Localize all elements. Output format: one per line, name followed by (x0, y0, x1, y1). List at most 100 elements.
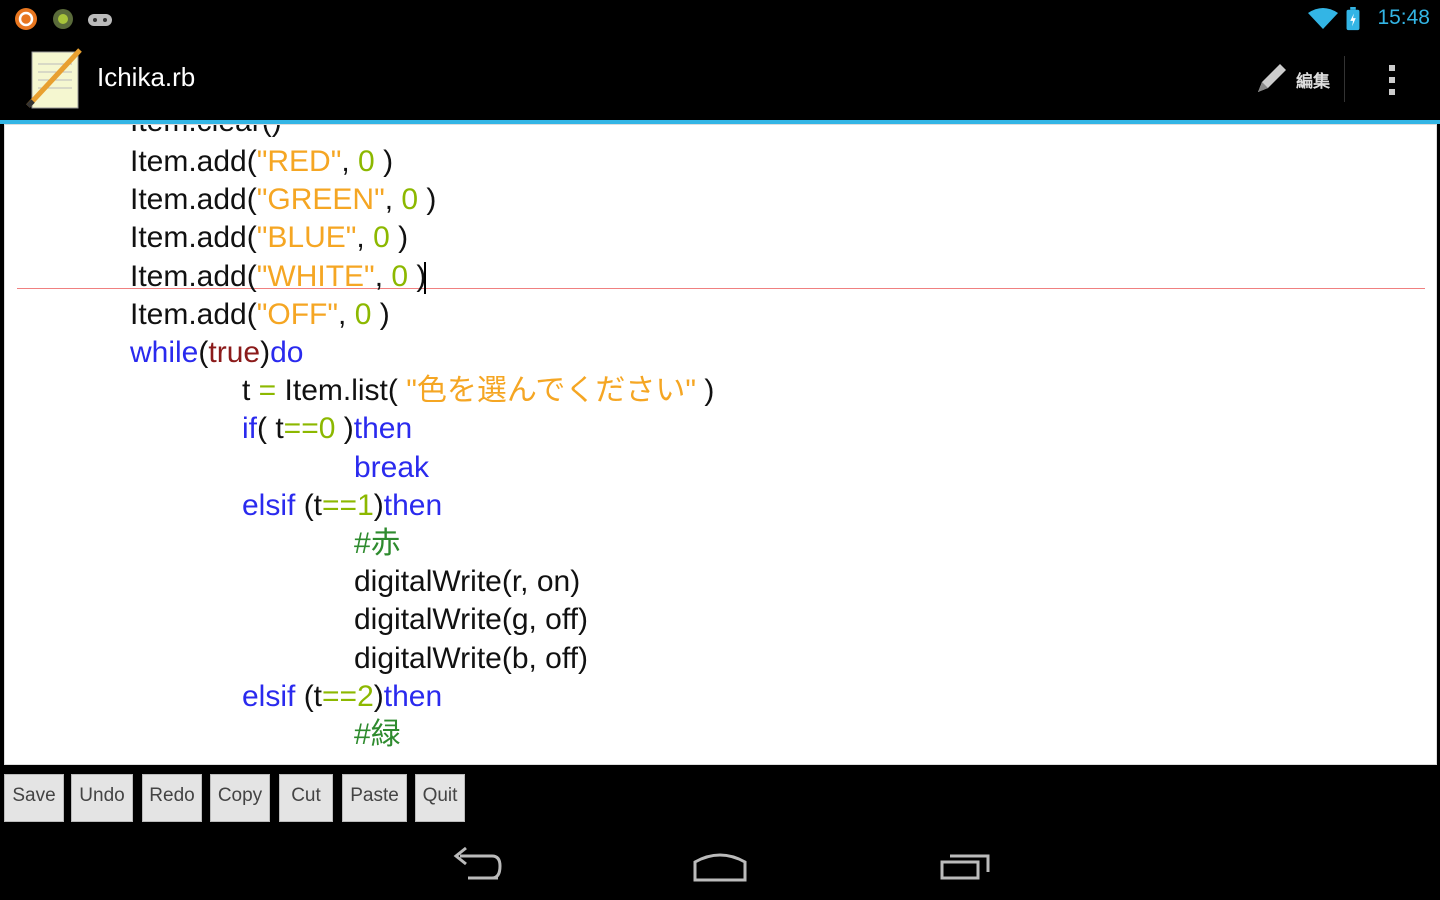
navigation-bar (0, 828, 1440, 900)
code-line: elsif (t==1)then (242, 487, 442, 525)
code-token: == (283, 412, 319, 446)
edit-button[interactable]: 編集 (1244, 54, 1344, 104)
code-token: ) (335, 412, 354, 446)
code-token: == (322, 679, 358, 713)
code-token: digitalWrite(r, on) (354, 565, 581, 599)
code-line-partial: Item.clear() (130, 125, 282, 141)
redo-button[interactable]: Redo (142, 774, 202, 822)
code-token: Item.add( (130, 259, 257, 293)
code-token: , (338, 297, 355, 331)
recent-apps-icon[interactable] (930, 844, 1000, 884)
code-line: digitalWrite(r, on) (354, 563, 580, 601)
code-token: elsif (242, 488, 296, 522)
code-token: digitalWrite(b, off) (354, 641, 588, 675)
code-token: "BLUE" (256, 221, 357, 255)
code-token: "GREEN" (256, 183, 385, 217)
code-token: true (208, 336, 261, 369)
code-token: 0 (354, 297, 372, 331)
code-token: do (270, 336, 304, 369)
back-icon[interactable] (442, 844, 512, 884)
page-title: Ichika.rb (97, 62, 196, 92)
code-token: "RED" (256, 145, 342, 178)
status-bar: 15:48 (0, 0, 1440, 38)
code-line: Item.add("RED", 0 ) (130, 143, 393, 181)
code-token: if (242, 412, 257, 446)
copy-button[interactable]: Copy (210, 774, 270, 822)
code-token: 0 (318, 412, 336, 446)
notepad-pencil-icon (26, 48, 82, 109)
code-line: #緑 (354, 716, 401, 754)
code-token: then (383, 488, 443, 522)
ubuntu-icon (15, 8, 37, 30)
code-line: Item.add("GREEN", 0 ) (130, 181, 436, 219)
code-token: ) (373, 488, 384, 522)
code-token: ) (418, 183, 437, 217)
code-token: Item.add( (130, 297, 257, 331)
code-token: , (356, 221, 374, 255)
code-token: , (374, 259, 392, 293)
cut-button[interactable]: Cut (279, 774, 333, 822)
code-token: digitalWrite(g, off) (354, 603, 588, 637)
code-token: ) (373, 679, 384, 713)
code-token: then (353, 412, 413, 446)
code-token: (t (295, 679, 323, 713)
code-token: , (341, 145, 359, 178)
quit-button[interactable]: Quit (415, 774, 465, 822)
undo-button[interactable]: Undo (71, 774, 133, 822)
code-token: ( (198, 336, 209, 369)
code-token: "WHITE" (256, 259, 375, 293)
code-token: #赤 (354, 527, 401, 560)
action-bar: Ichika.rb 編集 (0, 38, 1440, 120)
code-line: break (354, 449, 429, 487)
gamepad-icon (88, 14, 112, 26)
code-token: 0 (391, 259, 409, 293)
code-token: t (242, 374, 259, 408)
pencil-icon (1258, 64, 1286, 92)
code-line: while(true)do (130, 334, 303, 372)
action-divider (1344, 56, 1345, 102)
code-line: Item.add("OFF", 0 ) (130, 296, 390, 334)
code-line: t = Item.list( "色を選んでください" ) (242, 372, 714, 410)
home-icon[interactable] (685, 844, 755, 884)
code-token: "色を選んでください" (406, 374, 697, 408)
code-line: Item.add("WHITE", 0 ) (130, 258, 427, 296)
code-token: Item.list( (276, 374, 407, 408)
code-token: ) (374, 145, 394, 178)
code-token: "OFF" (256, 297, 339, 331)
code-line: #赤 (354, 525, 401, 563)
clock: 15:48 (1377, 6, 1430, 29)
code-line: elsif (t==2)then (242, 678, 442, 716)
code-token: , (384, 183, 402, 217)
android-icon (53, 9, 73, 29)
code-line: Item.add("BLUE", 0 ) (130, 219, 408, 257)
paste-button[interactable]: Paste (342, 774, 407, 822)
code-token: ) (389, 221, 409, 255)
code-token: (t (295, 488, 323, 522)
code-token: while (130, 336, 199, 369)
code-line: digitalWrite(g, off) (354, 601, 588, 639)
code-line: digitalWrite(b, off) (354, 640, 588, 678)
code-editor[interactable]: Item.clear() Item.add("RED", 0 )Item.add… (4, 124, 1437, 765)
code-token: Item.add( (130, 183, 257, 217)
code-token: #緑 (354, 718, 401, 751)
code-token: Item.add( (130, 145, 257, 178)
code-token: 0 (373, 221, 390, 255)
battery-icon (1346, 7, 1360, 31)
code-token: then (383, 679, 443, 713)
edit-toolbar: Save Undo Redo Copy Cut Paste Quit (0, 768, 1440, 828)
edit-label: 編集 (1296, 72, 1330, 92)
code-token: 2 (357, 679, 374, 713)
code-token: ) (260, 336, 271, 369)
overflow-menu-button[interactable] (1372, 60, 1412, 100)
code-token: 1 (357, 488, 374, 522)
code-token: == (322, 488, 358, 522)
code-token: Item.add( (130, 221, 257, 255)
save-button[interactable]: Save (4, 774, 64, 822)
code-line: if( t==0 )then (242, 410, 412, 448)
code-token: 0 (358, 145, 375, 178)
code-token: elsif (242, 679, 296, 713)
code-token: break (354, 450, 430, 484)
text-caret (424, 261, 427, 294)
wifi-icon (1308, 8, 1338, 29)
code-token: ( t (257, 412, 284, 446)
